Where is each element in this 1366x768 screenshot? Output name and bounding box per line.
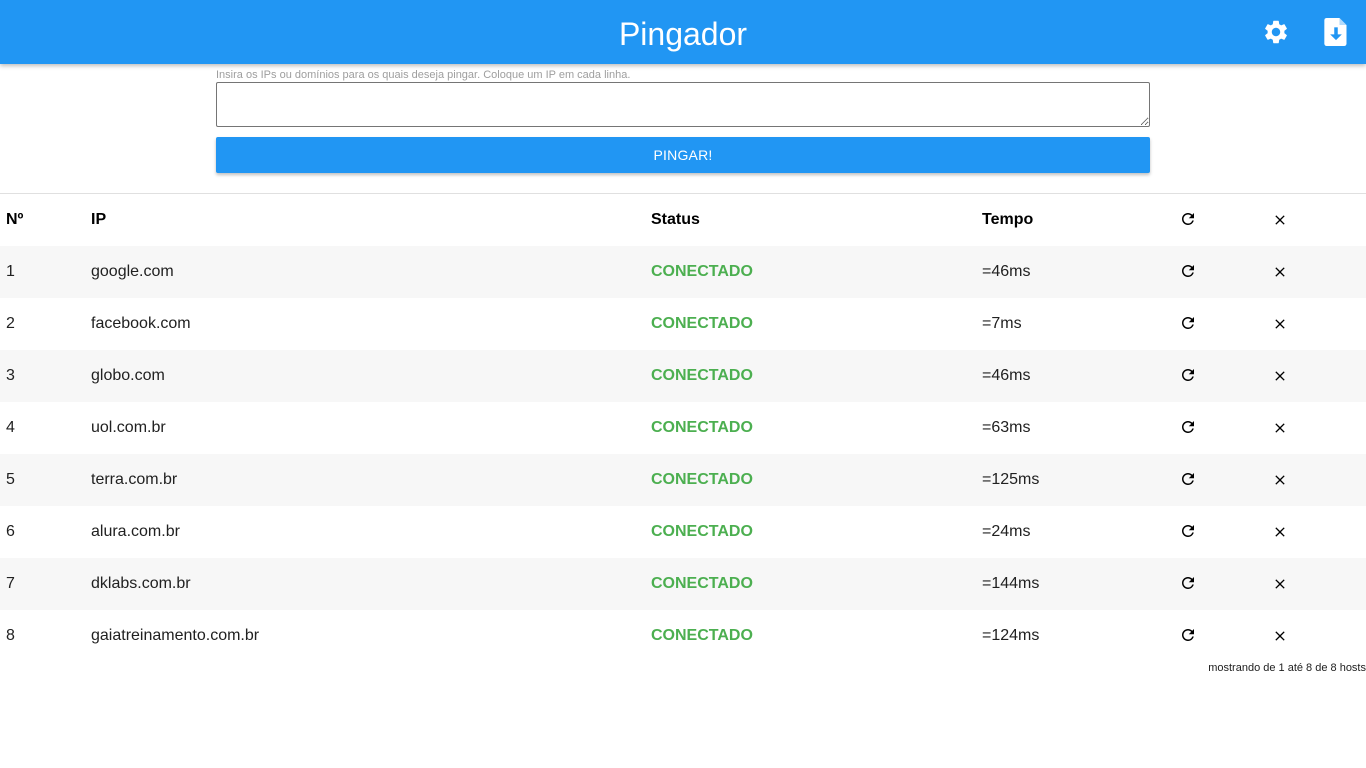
- input-hint: Insira os IPs ou domínios para os quais …: [216, 69, 631, 81]
- close-icon: [1268, 572, 1292, 596]
- row-time: =124ms: [982, 627, 1040, 644]
- table-header-row: Nº IP Status Tempo: [0, 194, 1366, 246]
- row-ip: dklabs.com.br: [91, 575, 191, 592]
- refresh-icon: [1176, 311, 1200, 335]
- row-ip: terra.com.br: [91, 471, 178, 488]
- row-number: 3: [6, 367, 15, 384]
- row-time: =7ms: [982, 315, 1022, 332]
- table-row: 7 dklabs.com.br CONECTADO =144ms: [0, 558, 1366, 610]
- row-status: CONECTADO: [651, 315, 753, 332]
- refresh-icon: [1176, 519, 1200, 543]
- file-download-icon: [1324, 18, 1347, 46]
- row-time: =24ms: [982, 523, 1031, 540]
- row-number: 7: [6, 575, 15, 592]
- row-remove-button[interactable]: [1268, 610, 1366, 662]
- row-time: =46ms: [982, 367, 1031, 384]
- hosts-textarea[interactable]: [216, 82, 1150, 127]
- row-refresh-button[interactable]: [1176, 558, 1268, 610]
- row-remove-button[interactable]: [1268, 402, 1366, 454]
- close-icon: [1268, 468, 1292, 492]
- row-status: CONECTADO: [651, 471, 753, 488]
- row-refresh-button[interactable]: [1176, 246, 1268, 298]
- header-number: Nº: [6, 211, 24, 228]
- refresh-all-button[interactable]: [1176, 194, 1268, 246]
- table-row: 4 uol.com.br CONECTADO =63ms: [0, 402, 1366, 454]
- close-icon: [1268, 624, 1292, 648]
- header-time: Tempo: [982, 211, 1034, 228]
- close-icon: [1268, 520, 1292, 544]
- download-button[interactable]: [1320, 16, 1352, 48]
- refresh-icon: [1176, 467, 1200, 491]
- close-icon: [1268, 260, 1292, 284]
- row-ip: uol.com.br: [91, 419, 166, 436]
- app-bar: Pingador: [0, 0, 1366, 64]
- row-remove-button[interactable]: [1268, 558, 1366, 610]
- row-refresh-button[interactable]: [1176, 402, 1268, 454]
- row-ip: alura.com.br: [91, 523, 180, 540]
- pagination-summary: mostrando de 1 até 8 de 8 hosts: [1208, 662, 1366, 674]
- row-number: 2: [6, 315, 15, 332]
- header-ip: IP: [91, 211, 107, 228]
- hosts-table-body: 1 google.com CONECTADO =46ms 2 facebook.com CO…: [0, 246, 1366, 662]
- close-icon: [1268, 416, 1292, 440]
- refresh-icon: [1176, 259, 1200, 283]
- row-time: =144ms: [982, 575, 1040, 592]
- row-number: 4: [6, 419, 15, 436]
- row-remove-button[interactable]: [1268, 246, 1366, 298]
- table-row: 1 google.com CONECTADO =46ms: [0, 246, 1366, 298]
- hosts-table: Nº IP Status Tempo 1 google.com CONECTADO =…: [0, 194, 1366, 662]
- refresh-icon: [1176, 415, 1200, 439]
- row-time: =63ms: [982, 419, 1031, 436]
- table-row: 3 globo.com CONECTADO =46ms: [0, 350, 1366, 402]
- row-ip: gaiatreinamento.com.br: [91, 627, 260, 644]
- row-refresh-button[interactable]: [1176, 298, 1268, 350]
- row-remove-button[interactable]: [1268, 454, 1366, 506]
- refresh-icon: [1176, 363, 1200, 387]
- table-row: 2 facebook.com CONECTADO =7ms: [0, 298, 1366, 350]
- settings-button[interactable]: [1260, 16, 1292, 48]
- table-row: 5 terra.com.br CONECTADO =125ms: [0, 454, 1366, 506]
- refresh-icon: [1176, 623, 1200, 647]
- ping-button[interactable]: PINGAR!: [216, 137, 1150, 173]
- remove-all-button[interactable]: [1268, 194, 1366, 246]
- row-refresh-button[interactable]: [1176, 350, 1268, 402]
- row-number: 8: [6, 627, 15, 644]
- gear-icon: [1265, 20, 1287, 44]
- app-title: Pingador: [618, 16, 748, 52]
- header-status: Status: [651, 211, 700, 228]
- row-status: CONECTADO: [651, 263, 753, 280]
- refresh-icon: [1176, 207, 1200, 231]
- row-remove-button[interactable]: [1268, 350, 1366, 402]
- table-row: 8 gaiatreinamento.com.br CONECTADO =124ms: [0, 610, 1366, 662]
- row-remove-button[interactable]: [1268, 298, 1366, 350]
- row-number: 6: [6, 523, 15, 540]
- refresh-icon: [1176, 571, 1200, 595]
- row-status: CONECTADO: [651, 575, 753, 592]
- row-status: CONECTADO: [651, 523, 753, 540]
- row-refresh-button[interactable]: [1176, 454, 1268, 506]
- row-number: 1: [6, 263, 15, 280]
- close-icon: [1268, 208, 1292, 232]
- row-status: CONECTADO: [651, 367, 753, 384]
- row-refresh-button[interactable]: [1176, 506, 1268, 558]
- row-refresh-button[interactable]: [1176, 610, 1268, 662]
- table-row: 6 alura.com.br CONECTADO =24ms: [0, 506, 1366, 558]
- row-status: CONECTADO: [651, 627, 753, 644]
- row-ip: facebook.com: [91, 315, 191, 332]
- row-time: =46ms: [982, 263, 1031, 280]
- row-ip: google.com: [91, 263, 174, 280]
- row-ip: globo.com: [91, 367, 165, 384]
- row-time: =125ms: [982, 471, 1040, 488]
- row-number: 5: [6, 471, 15, 488]
- row-status: CONECTADO: [651, 419, 753, 436]
- close-icon: [1268, 364, 1292, 388]
- row-remove-button[interactable]: [1268, 506, 1366, 558]
- close-icon: [1268, 312, 1292, 336]
- ping-form: Insira os IPs ou domínios para os quais …: [216, 64, 1150, 173]
